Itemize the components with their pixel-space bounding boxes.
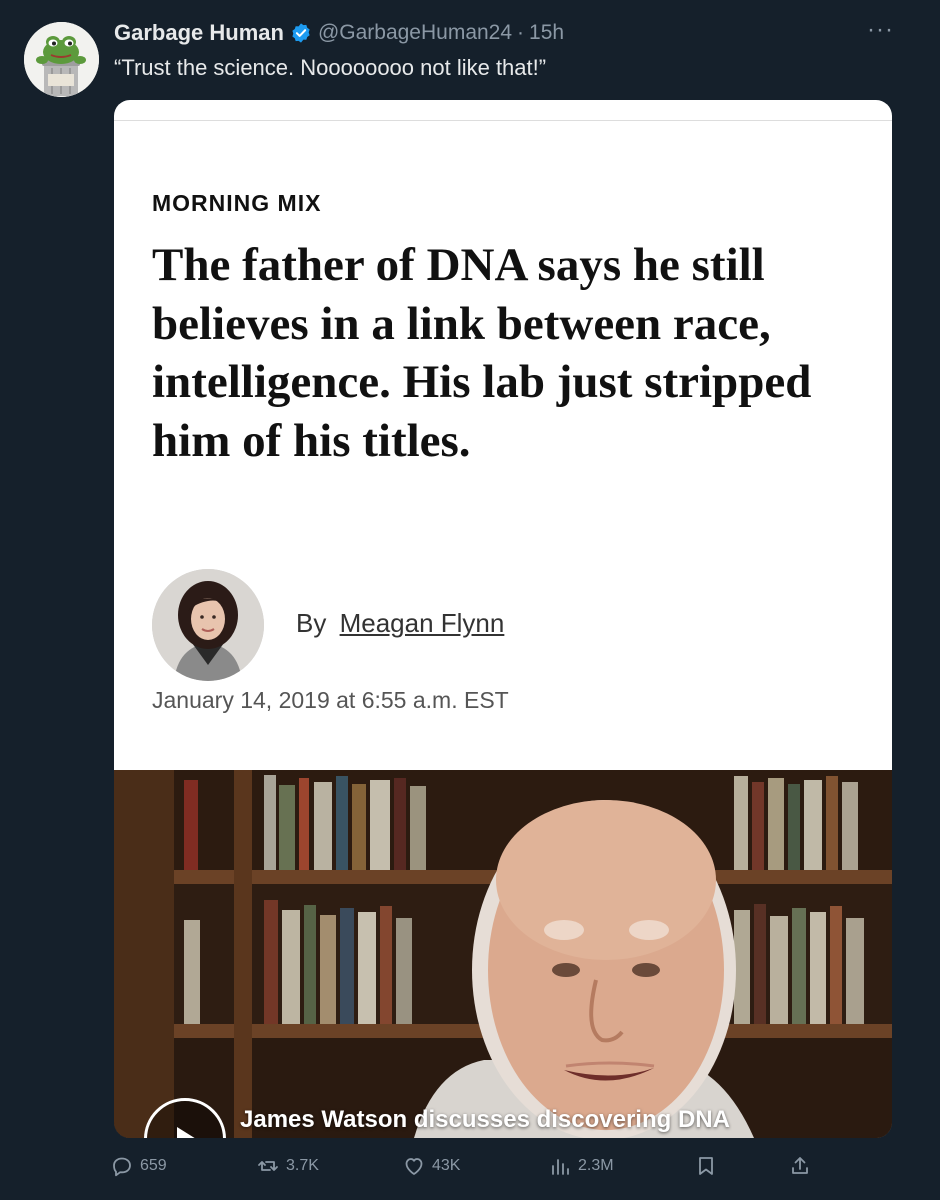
article-date: January 14, 2019 at 6:55 a.m. EST [152,687,509,713]
author-photo [152,569,264,681]
view-count: 2.3M [578,1157,614,1174]
verified-badge-icon[interactable] [290,22,312,44]
article-headline: The father of DNA says he still believes… [152,239,812,467]
card-divider [114,120,892,121]
avatar[interactable] [24,22,99,97]
action-bar: 659 3.7K 43K 2.3M [110,1152,830,1180]
video-caption: James Watson discusses discovering DNA [240,1106,730,1133]
retweet-count: 3.7K [286,1157,319,1174]
bookmark-button[interactable] [694,1152,724,1180]
video-thumbnail[interactable]: James Watson discusses discovering DNA [114,770,892,1138]
share-icon [792,1157,808,1174]
attached-image-card[interactable]: MORNING MIX The father of DNA says he st… [114,100,892,1138]
user-handle[interactable]: @GarbageHuman24 [318,21,512,45]
separator-dot: · [517,21,525,44]
like-count: 43K [432,1157,461,1174]
byline-prefix: By [296,608,327,638]
timestamp[interactable]: 15h [529,21,564,45]
tweet-text: “Trust the science. Noooooooo not like t… [114,55,547,80]
byline: By Meagan Flynn [296,608,504,639]
video-still-image [114,770,892,1138]
play-icon [177,1127,201,1138]
views-chart-icon [552,1159,569,1175]
display-name[interactable]: Garbage Human [114,20,284,46]
tweet-header: Garbage Human @GarbageHuman24 · 15h [114,18,564,48]
share-button[interactable] [788,1152,818,1180]
article-kicker: MORNING MIX [152,190,322,216]
reply-count: 659 [140,1157,167,1174]
retweet-icon [258,1161,278,1171]
like-button[interactable]: 43K [402,1152,460,1180]
views-button[interactable]: 2.3M [548,1152,614,1180]
tweet[interactable]: Garbage Human @GarbageHuman24 · 15h ··· … [0,0,940,1200]
heart-icon [405,1158,423,1175]
reply-icon [113,1157,131,1177]
retweet-button[interactable]: 3.7K [256,1152,319,1180]
reply-button[interactable]: 659 [110,1152,167,1180]
frog-in-trash-can-icon [24,22,99,97]
bookmark-icon [699,1157,713,1175]
author-link[interactable]: Meagan Flynn [340,608,505,638]
more-options-icon[interactable]: ··· [867,18,894,42]
